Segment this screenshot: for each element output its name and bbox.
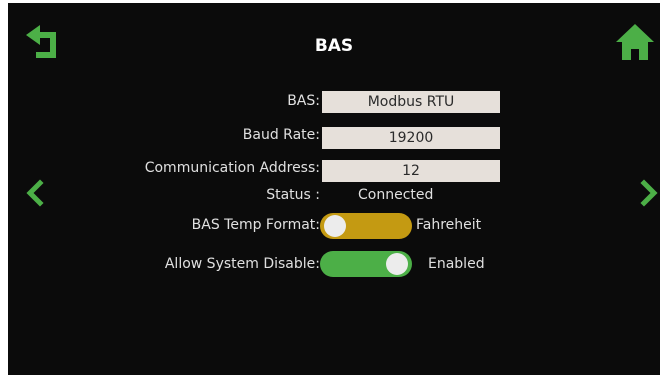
home-icon xyxy=(616,24,654,60)
bas-label: BAS: xyxy=(287,93,320,109)
temp-format-label: BAS Temp Format: xyxy=(191,217,320,233)
bas-settings-screen: BAS BAS: Modbus RTU Baud Rate: 19200 Com… xyxy=(8,3,660,375)
chevron-left-icon xyxy=(26,179,44,207)
system-disable-label: Allow System Disable: xyxy=(164,256,320,272)
status-label: Status : xyxy=(266,187,320,203)
next-page-button[interactable] xyxy=(634,173,660,213)
communication-address-label: Communication Address: xyxy=(144,160,320,176)
chevron-right-icon xyxy=(640,179,658,207)
toggle-knob xyxy=(386,253,408,275)
temp-format-toggle[interactable] xyxy=(320,213,412,239)
previous-page-button[interactable] xyxy=(20,173,50,213)
toggle-knob xyxy=(324,215,346,237)
home-button[interactable] xyxy=(614,21,656,65)
system-disable-toggle[interactable] xyxy=(320,251,412,277)
bas-protocol-field[interactable]: Modbus RTU xyxy=(322,91,500,113)
communication-address-field[interactable]: 12 xyxy=(322,160,500,182)
status-value: Connected xyxy=(358,187,434,203)
page-title: BAS xyxy=(314,36,354,56)
baud-rate-label: Baud Rate: xyxy=(242,127,320,143)
temp-format-value: Fahreheit xyxy=(416,217,482,233)
baud-rate-field[interactable]: 19200 xyxy=(322,127,500,149)
system-disable-value: Enabled xyxy=(428,256,485,272)
